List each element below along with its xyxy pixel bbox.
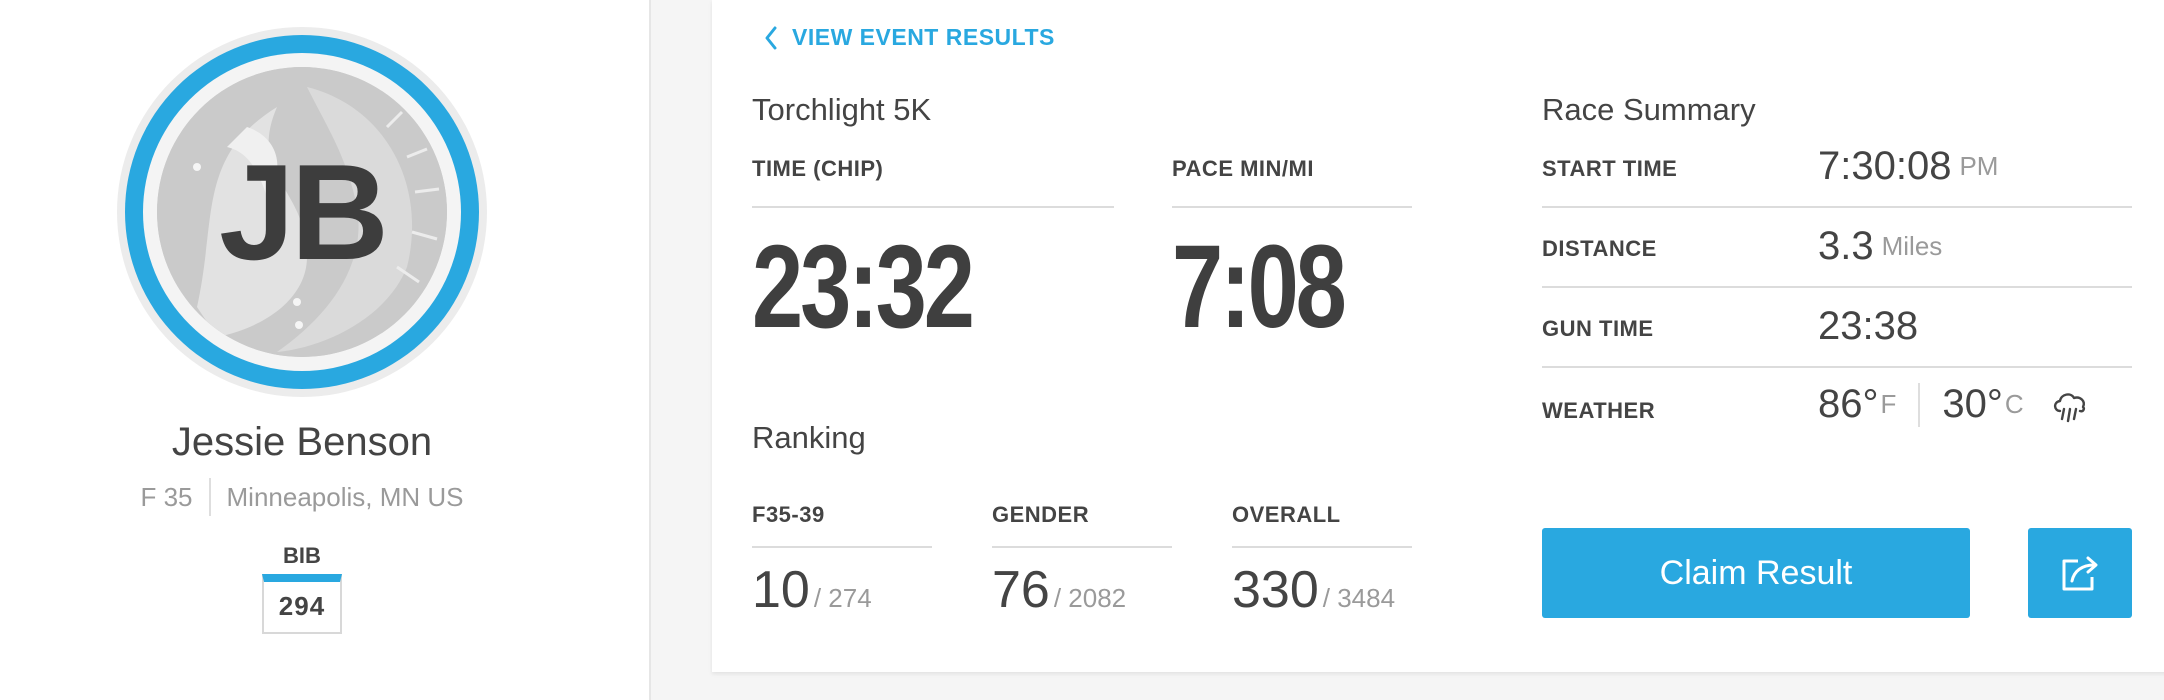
distance-value: 3.3 Miles [1818, 224, 1942, 269]
bib-number: 294 [262, 574, 342, 634]
distance-unit: Miles [1881, 231, 1943, 261]
temp-f-unit: F [1880, 389, 1897, 419]
weather-label: WEATHER [1542, 398, 1656, 423]
athlete-division: F 35 [140, 481, 193, 512]
summary-row-start-time: START TIME 7:30:08 PM [1542, 128, 2132, 208]
view-event-results-label: VIEW EVENT RESULTS [792, 24, 1055, 50]
athlete-meta: F 35 Minneapolis, MN US [0, 478, 604, 516]
result-card: VIEW EVENT RESULTS Torchlight 5K TIME (C… [712, 0, 2164, 672]
avatar: JB [117, 27, 487, 397]
event-name: Torchlight 5K [752, 92, 932, 127]
rank-overall-total: / 3484 [1322, 583, 1396, 613]
rank-gender-label: GENDER [992, 502, 1172, 548]
rank-gender-total: / 2082 [1053, 583, 1127, 613]
chevron-left-icon [765, 26, 777, 49]
rank-overall-label: OVERALL [1232, 502, 1412, 548]
weather-value: 86° F 30° C [1818, 382, 2090, 427]
pace-label: PACE MIN/MI [1172, 156, 1412, 208]
start-time-value: 7:30:08 PM [1818, 144, 1998, 189]
athlete-profile-panel: JB Jessie Benson F 35 Minneapolis, MN US… [0, 0, 651, 700]
temp-f-value: 86° [1818, 382, 1879, 426]
bib-label: BIB [283, 543, 321, 568]
view-event-results-link[interactable]: VIEW EVENT RESULTS [764, 24, 1055, 51]
race-summary-title: Race Summary [1542, 92, 1756, 127]
start-time-label: START TIME [1542, 156, 1678, 181]
start-time-unit: PM [1959, 151, 1999, 181]
temp-c-unit: C [2004, 389, 2024, 419]
summary-row-distance: DISTANCE 3.3 Miles [1542, 208, 2132, 288]
rank-overall-value: 330/ 3484 [1232, 560, 1395, 620]
rank-division-value: 10/ 274 [752, 560, 872, 620]
rank-gender-value: 76/ 2082 [992, 560, 1126, 620]
athlete-location: Minneapolis, MN US [226, 481, 464, 512]
time-chip-value: 23:32 [752, 221, 975, 353]
gun-time-value: 23:38 [1818, 304, 1919, 348]
rank-gender-number: 76 [992, 561, 1050, 619]
meta-divider [208, 478, 211, 516]
start-time-number: 7:30:08 [1818, 144, 1952, 188]
time-chip-label: TIME (CHIP) [752, 156, 1114, 208]
share-button[interactable] [2028, 528, 2132, 618]
rank-overall-number: 330 [1232, 561, 1319, 619]
ranking-title: Ranking [752, 420, 866, 455]
distance-label: DISTANCE [1542, 236, 1657, 261]
rank-division-label: F35-39 [752, 502, 932, 548]
pace-value: 7:08 [1172, 221, 1347, 353]
weather-divider [1918, 382, 1921, 427]
summary-row-weather: WEATHER 86° F 30° C [1542, 368, 2132, 448]
distance-number: 3.3 [1818, 224, 1874, 268]
avatar-initials: JB [219, 136, 389, 288]
rain-cloud-icon [2053, 392, 2085, 422]
summary-row-gun-time: GUN TIME 23:38 [1542, 288, 2132, 368]
rank-division-number: 10 [752, 561, 810, 619]
share-icon [2062, 556, 2098, 591]
temp-c-value: 30° [1942, 382, 2003, 426]
gun-time-label: GUN TIME [1542, 316, 1654, 341]
avatar-image: JB [157, 67, 447, 357]
claim-result-button[interactable]: Claim Result [1542, 528, 1970, 618]
athlete-name: Jessie Benson [171, 420, 433, 464]
rank-division-total: / 274 [813, 583, 872, 613]
